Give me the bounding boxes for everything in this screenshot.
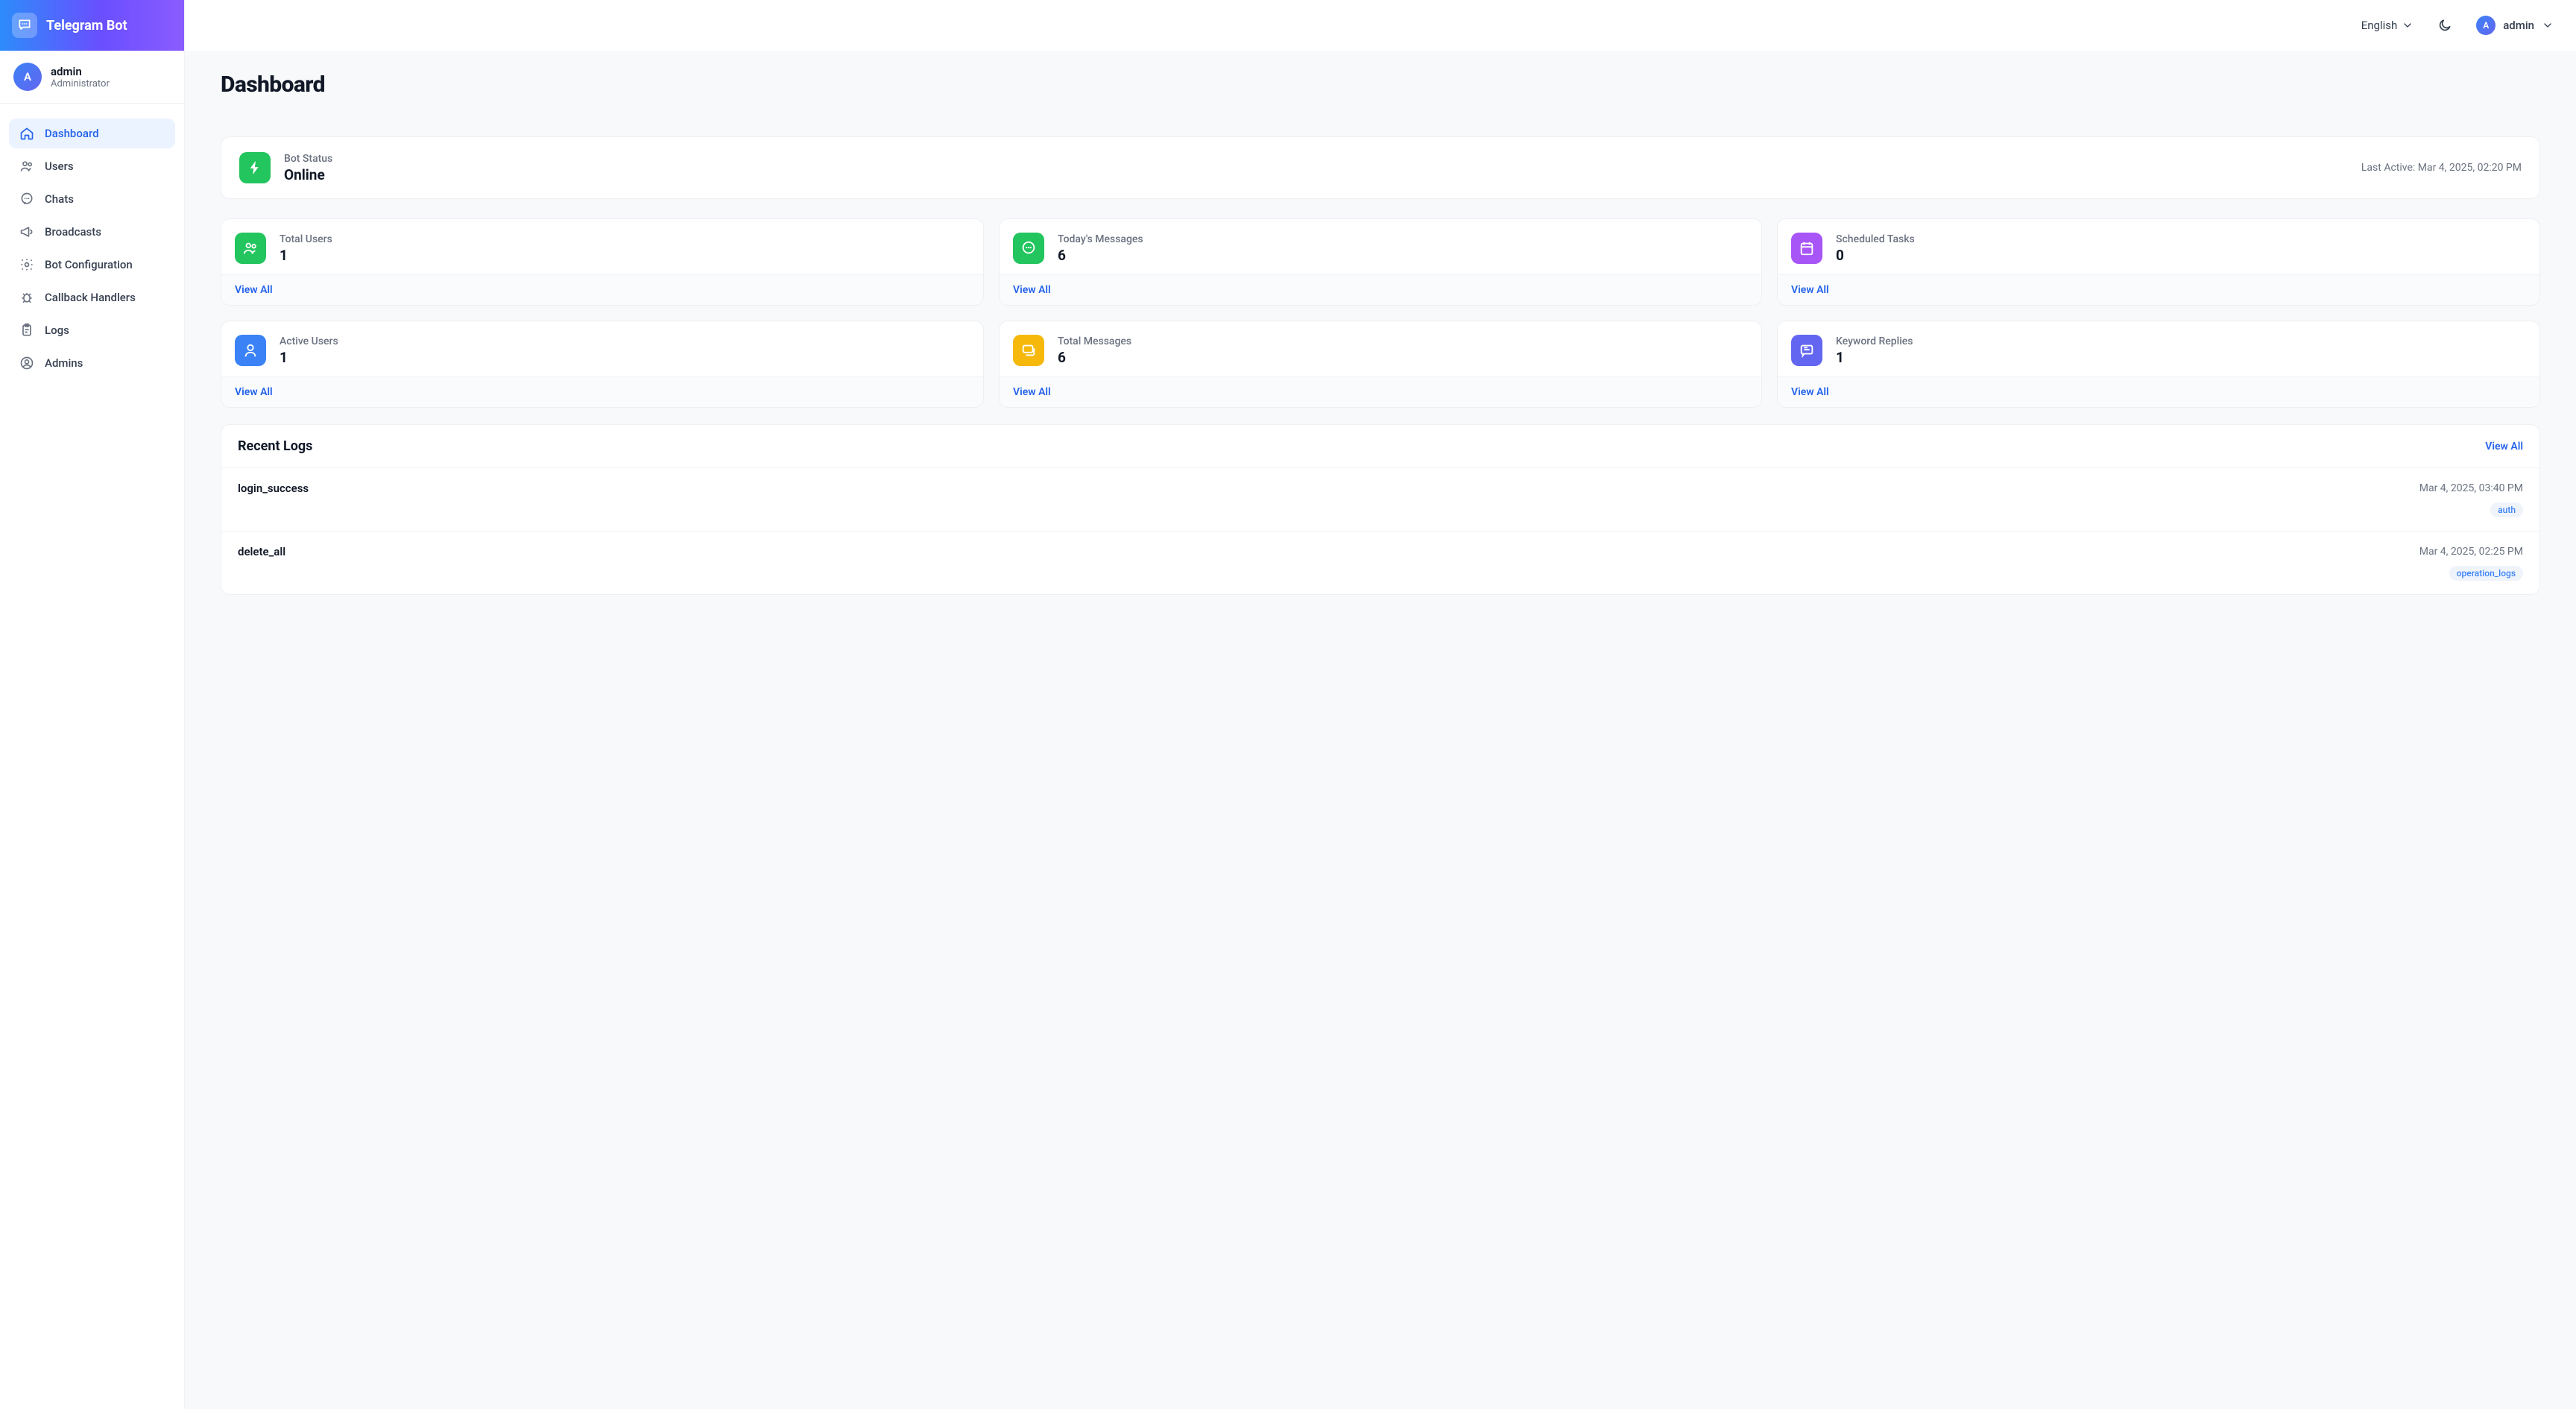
log-tag: operation_logs [2449,566,2523,581]
bot-status-value: Online [284,166,332,183]
stat-value: 1 [1836,349,1913,366]
stat-label: Scheduled Tasks [1836,233,1915,245]
bug-icon [19,290,34,305]
log-row[interactable]: login_success Mar 4, 2025, 03:40 PM auth [221,467,2539,531]
stat-view-all[interactable]: View All [235,284,273,296]
chevron-down-icon [2402,19,2414,31]
sidebar-item-label: Dashboard [45,127,99,140]
stat-card-today-s-messages: Today's Messages 6 View All [999,218,1762,306]
stat-label: Today's Messages [1058,233,1143,245]
messages-icon [1013,335,1044,366]
stats-grid: Total Users 1 View All Today's Messages … [221,218,2540,408]
sidebar-item-broadcasts[interactable]: Broadcasts [9,217,175,247]
stat-label: Active Users [280,335,338,347]
log-time: Mar 4, 2025, 03:40 PM [2419,482,2523,494]
theme-toggle[interactable] [2431,12,2458,39]
sidebar-user-role: Administrator [51,78,110,89]
sidebar-item-label: Callback Handlers [45,291,136,304]
stat-value: 1 [280,349,338,366]
sidebar-item-dashboard[interactable]: Dashboard [9,119,175,148]
stat-view-all[interactable]: View All [1013,284,1051,296]
recent-logs-card: Recent Logs View All login_success Mar 4… [221,424,2540,595]
calendar-icon [1791,233,1822,264]
brand-title: Telegram Bot [46,18,127,34]
log-action: login_success [238,482,309,495]
log-row[interactable]: delete_all Mar 4, 2025, 02:25 PM operati… [221,531,2539,594]
stat-view-all[interactable]: View All [1791,284,1829,296]
log-tag: auth [2490,502,2523,517]
stat-card-scheduled-tasks: Scheduled Tasks 0 View All [1777,218,2540,306]
bot-last-active: Last Active: Mar 4, 2025, 02:20 PM [2361,162,2522,174]
brand-icon [12,13,37,38]
zap-icon [239,152,271,183]
brand-bar: Telegram Bot [0,0,184,51]
user-circle-icon [19,356,34,371]
stat-card-total-users: Total Users 1 View All [221,218,984,306]
sidebar-item-admins[interactable]: Admins [9,348,175,378]
stat-label: Keyword Replies [1836,335,1913,347]
bot-status-card: Bot Status Online Last Active: Mar 4, 20… [221,136,2540,199]
sidebar-item-label: Bot Configuration [45,258,133,271]
page-title: Dashboard [221,72,2540,98]
stat-view-all[interactable]: View All [235,386,273,398]
megaphone-icon [19,224,34,239]
sidebar: Telegram Bot A admin Administrator Dashb… [0,0,185,1409]
log-time: Mar 4, 2025, 02:25 PM [2419,546,2523,558]
gear-icon [19,257,34,272]
stat-view-all[interactable]: View All [1013,386,1051,398]
stat-card-total-messages: Total Messages 6 View All [999,321,1762,408]
moon-icon [2437,18,2452,33]
chat-icon [19,192,34,207]
stat-value: 0 [1836,247,1915,264]
stat-card-active-users: Active Users 1 View All [221,321,984,408]
stat-value: 1 [280,247,332,264]
stat-card-keyword-replies: Keyword Replies 1 View All [1777,321,2540,408]
sidebar-item-label: Chats [45,192,74,206]
sidebar-item-logs[interactable]: Logs [9,315,175,345]
users-icon [19,159,34,174]
language-selector[interactable]: English [2361,19,2414,32]
sidebar-item-label: Logs [45,324,69,337]
sidebar-item-bot-configuration[interactable]: Bot Configuration [9,250,175,280]
sidebar-item-users[interactable]: Users [9,151,175,181]
recent-logs-view-all[interactable]: View All [2485,441,2523,453]
message-icon [1013,233,1044,264]
stat-value: 6 [1058,247,1143,264]
sidebar-item-callback-handlers[interactable]: Callback Handlers [9,283,175,312]
language-label: English [2361,19,2398,32]
recent-logs-title: Recent Logs [238,438,312,454]
stat-label: Total Messages [1058,335,1131,347]
users-icon [235,233,266,264]
user-icon [235,335,266,366]
avatar: A [13,63,42,91]
bot-status-label: Bot Status [284,153,332,165]
sidebar-user-name: admin [51,65,110,78]
user-menu[interactable]: A admin [2476,16,2554,35]
chevron-down-icon [2542,19,2554,31]
avatar: A [2476,16,2496,35]
stat-label: Total Users [280,233,332,245]
reply-icon [1791,335,1822,366]
stat-value: 6 [1058,349,1131,366]
clipboard-icon [19,323,34,338]
sidebar-item-label: Admins [45,356,83,370]
sidebar-item-label: Broadcasts [45,225,101,239]
log-action: delete_all [238,545,285,558]
stat-view-all[interactable]: View All [1791,386,1829,398]
sidebar-item-label: Users [45,160,74,173]
sidebar-item-chats[interactable]: Chats [9,184,175,214]
main: Dashboard Bot Status Online Last Active:… [185,0,2576,1409]
topbar-user-name: admin [2503,19,2534,32]
nav: Dashboard Users Chats Broadcasts Bot Configu… [0,104,184,396]
topbar: English A admin [185,0,2576,51]
sidebar-user-block: A admin Administrator [0,51,184,104]
home-icon [19,126,34,141]
